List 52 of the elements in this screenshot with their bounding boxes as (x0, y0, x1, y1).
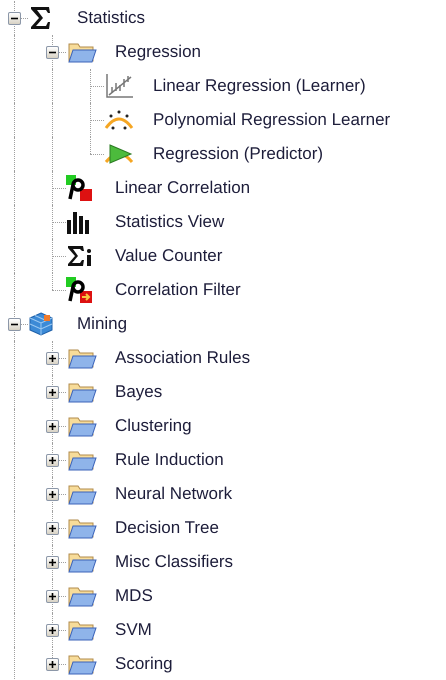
tree-item[interactable]: Polynomial Regression Learner (144, 107, 390, 133)
rho-icon (66, 175, 92, 201)
sigma-icon (28, 5, 52, 31)
tree-item[interactable]: Correlation Filter (106, 277, 241, 303)
tree-item[interactable]: Bayes (106, 379, 162, 405)
tree-item[interactable]: Rule Induction (106, 447, 224, 473)
tree-item[interactable]: Value Counter (106, 243, 222, 269)
tree-item[interactable]: Mining (68, 311, 128, 337)
expander-toggle[interactable] (8, 12, 21, 25)
plus-icon (48, 524, 57, 533)
tree-item[interactable]: Neural Network (106, 481, 232, 507)
tree-item[interactable]: Regression (106, 39, 201, 65)
tree-item[interactable]: Statistics View (106, 209, 224, 235)
plus-icon (48, 388, 57, 397)
tree-item[interactable]: Clustering (106, 413, 192, 439)
tree-item[interactable]: Statistics (68, 5, 146, 31)
bar-chart-icon (66, 210, 92, 234)
tree-item[interactable]: Association Rules (106, 345, 250, 371)
tree-item[interactable]: Linear Correlation (106, 175, 250, 201)
plus-icon (48, 558, 57, 567)
expander-toggle[interactable] (46, 386, 59, 399)
expander-toggle[interactable] (46, 46, 59, 59)
tree-item[interactable]: Scoring (106, 651, 173, 677)
plus-icon (48, 592, 57, 601)
scatter-plot-icon (104, 73, 134, 99)
expander-toggle[interactable] (46, 590, 59, 603)
plus-icon (48, 660, 57, 669)
tree-item[interactable]: MDS (106, 583, 153, 609)
expander-toggle[interactable] (46, 658, 59, 671)
cube-icon (28, 311, 54, 337)
plus-icon (48, 422, 57, 431)
rho-filter-icon (66, 277, 92, 303)
curve-icon (104, 108, 134, 132)
expander-toggle[interactable] (46, 352, 59, 365)
tree-item[interactable]: Misc Classifiers (106, 549, 234, 575)
tree-item[interactable]: SVM (106, 617, 152, 643)
tree-item[interactable]: Linear Regression (Learner) (144, 73, 366, 99)
plus-icon (48, 456, 57, 465)
expander-toggle[interactable] (46, 522, 59, 535)
expander-toggle[interactable] (46, 420, 59, 433)
plus-icon (48, 354, 57, 363)
sigma-i-icon (66, 244, 94, 268)
plus-icon (48, 490, 57, 499)
play-arrow-icon (104, 142, 134, 166)
expander-toggle[interactable] (46, 488, 59, 501)
expander-toggle[interactable] (46, 556, 59, 569)
expander-toggle[interactable] (8, 318, 21, 331)
tree-item[interactable]: Regression (Predictor) (144, 141, 324, 167)
expander-toggle[interactable] (46, 624, 59, 637)
expander-toggle[interactable] (46, 454, 59, 467)
plus-icon (48, 626, 57, 635)
tree-item[interactable]: Decision Tree (106, 515, 219, 541)
